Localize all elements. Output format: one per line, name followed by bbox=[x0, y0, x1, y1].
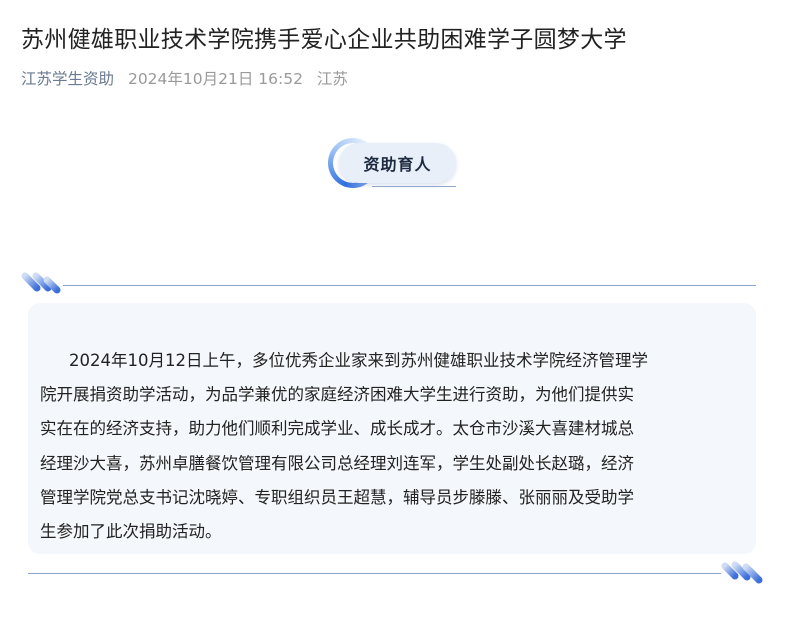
paragraph-line: 院开展捐资助学活动，为品学兼优的家庭经济困难大学生进行资助，为他们提供实 bbox=[40, 385, 634, 405]
paragraph-line: 2024年10月12日上午，多位优秀企业家来到苏州健雄职业技术学院经济管理学 bbox=[69, 351, 648, 370]
paragraph-line: 生参加了此次捐助活动。 bbox=[40, 522, 222, 542]
stripes-decoration-icon bbox=[721, 561, 763, 584]
divider-top bbox=[63, 285, 756, 286]
paragraph-line: 经理沙大喜，苏州卓膳餐饮管理有限公司总经理刘连军，学生处副处长赵璐，经济 bbox=[40, 453, 634, 473]
publish-location: 江苏 bbox=[316, 70, 348, 88]
divider-bottom bbox=[28, 573, 721, 574]
article-meta: 江苏学生资助 2024年10月21日 16:52 江苏 bbox=[21, 67, 348, 89]
body-paragraph: 2024年10月12日上午，多位优秀企业家来到苏州健雄职业技术学院经济管理学 院… bbox=[40, 344, 752, 549]
publish-datetime: 2024年10月21日 16:52 bbox=[127, 70, 303, 88]
heading-underline bbox=[372, 186, 456, 187]
article-title: 苏州健雄职业技术学院携手爱心企业共助困难学子圆梦大学 bbox=[21, 27, 627, 53]
paragraph-line: 实在在的经济支持，助力他们顺利完成学业、成长成才。太仓市沙溪大喜建材城总 bbox=[40, 419, 634, 439]
stripes-decoration-icon bbox=[21, 272, 61, 294]
paragraph-line: 管理学院党总支书记沈晓婷、专职组织员王超慧，辅导员步滕滕、张丽丽及受助学 bbox=[40, 487, 634, 507]
section-heading-badge: 资助育人 bbox=[328, 136, 460, 190]
section-heading: 资助育人 bbox=[339, 143, 456, 183]
account-name-link[interactable]: 江苏学生资助 bbox=[21, 70, 114, 88]
